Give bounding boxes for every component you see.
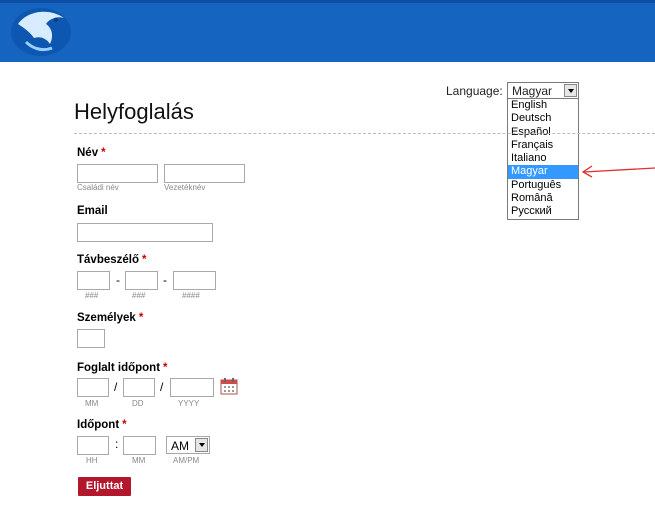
- submit-button[interactable]: Eljuttat: [78, 477, 131, 496]
- date-separator: /: [160, 380, 164, 394]
- phone-sub-label-3: ####: [182, 291, 200, 300]
- required-mark: *: [122, 419, 127, 431]
- header-top-line: [0, 0, 655, 3]
- required-mark: *: [142, 254, 147, 266]
- time-minute-input[interactable]: [123, 436, 156, 455]
- phone-separator: -: [163, 273, 167, 287]
- phone-sub-label-1: ###: [85, 291, 99, 300]
- email-label: Email: [77, 205, 108, 217]
- phone-separator: -: [116, 273, 120, 287]
- persons-label-text: Személyek: [77, 312, 136, 324]
- ampm-selected-value: AM: [171, 439, 189, 453]
- name-label: Név *: [77, 147, 106, 159]
- chevron-down-icon[interactable]: [564, 84, 577, 97]
- phone-prefix-input[interactable]: [125, 271, 158, 290]
- time-label-text: Időpont: [77, 419, 120, 431]
- language-option-francais[interactable]: Français: [508, 139, 578, 152]
- language-option-portugues[interactable]: Português: [508, 179, 578, 192]
- reserved-date-label-text: Foglalt időpont: [77, 362, 161, 374]
- required-mark: *: [163, 362, 168, 374]
- language-option-italiano[interactable]: Italiano: [508, 152, 578, 165]
- date-month-input[interactable]: [77, 378, 109, 397]
- ampm-select[interactable]: AM: [166, 436, 210, 454]
- required-mark: *: [138, 312, 144, 324]
- date-year-input[interactable]: [170, 378, 214, 397]
- required-mark: *: [101, 147, 106, 159]
- persons-label: Személyek *: [77, 312, 143, 324]
- page-title: Helyfoglalás: [74, 99, 194, 124]
- date-day-input[interactable]: [123, 378, 155, 397]
- site-header: [0, 0, 655, 62]
- date-sub-yyyy: YYYY: [178, 399, 200, 408]
- last-name-input[interactable]: [77, 164, 158, 183]
- time-label: Időpont *: [77, 419, 127, 431]
- phone-area-input[interactable]: [77, 271, 110, 290]
- time-hour-input[interactable]: [77, 436, 109, 455]
- language-dropdown-list: English Deutsch Español Français Italian…: [507, 98, 579, 220]
- arrow-pointer-icon: [581, 165, 655, 178]
- date-sub-dd: DD: [132, 399, 144, 408]
- name-label-text: Név: [77, 147, 99, 159]
- date-sub-mm: MM: [85, 399, 99, 408]
- phone-label: Távbeszélő *: [77, 254, 146, 266]
- time-sub-hh: HH: [86, 456, 98, 465]
- calendar-icon[interactable]: [220, 378, 238, 395]
- time-sub-ampm: AM/PM: [173, 456, 200, 465]
- title-divider: [74, 133, 655, 134]
- name-sub-label-1: Családi név: [77, 183, 119, 192]
- language-select[interactable]: Magyar: [507, 82, 579, 99]
- phone-label-text: Távbeszélő: [77, 254, 139, 266]
- name-sub-label-2: Vezetéknév: [164, 183, 206, 192]
- reserved-date-label: Foglalt időpont *: [77, 362, 168, 374]
- phone-sub-label-2: ###: [132, 291, 146, 300]
- language-selected-value: Magyar: [512, 84, 553, 98]
- time-separator: :: [115, 437, 119, 451]
- date-separator: /: [114, 380, 118, 394]
- time-sub-mm: MM: [132, 456, 146, 465]
- first-name-input[interactable]: [164, 164, 245, 183]
- language-option-magyar[interactable]: Magyar: [508, 165, 578, 179]
- phone-line-input[interactable]: [173, 271, 216, 290]
- language-option-romana[interactable]: Română: [508, 192, 578, 205]
- language-label: Language:: [446, 84, 503, 98]
- language-option-deutsch[interactable]: Deutsch: [508, 112, 578, 125]
- language-option-english[interactable]: English: [508, 99, 578, 112]
- email-field[interactable]: [77, 223, 213, 242]
- persons-input[interactable]: [77, 329, 105, 348]
- dolphin-logo-icon: [11, 8, 71, 56]
- chevron-down-icon[interactable]: [195, 438, 208, 452]
- language-option-russian[interactable]: Русский: [508, 205, 578, 218]
